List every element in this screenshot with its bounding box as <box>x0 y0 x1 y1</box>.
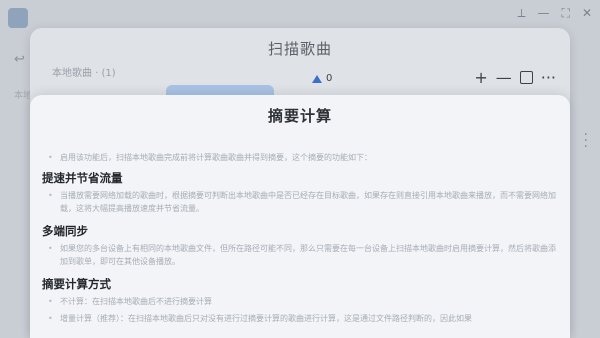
maximize-icon[interactable]: ⛶ <box>562 6 570 21</box>
section-bullet: 增量计算（推荐）：在扫描本地歌曲后只对没有进行过摘要计算的歌曲进行计算，这是通过… <box>42 312 558 325</box>
select-all-icon[interactable] <box>519 71 533 84</box>
back-icon[interactable]: ↩ <box>14 52 25 67</box>
summary-dialog: 摘要计算 启用该功能后，扫描本地歌曲完成前将计算歌曲歌曲并得到摘要，这个摘要的功… <box>30 95 570 338</box>
scan-toolbar: + — ··· <box>474 68 556 87</box>
app-logo <box>8 8 28 28</box>
remove-icon[interactable]: — <box>496 68 512 87</box>
summary-content: 启用该功能后，扫描本地歌曲完成前将计算歌曲歌曲并得到摘要，这个摘要的功能如下： … <box>42 151 558 325</box>
section-heading: 摘要计算方式 <box>42 277 111 291</box>
section-bullet: 如果您的多台设备上有相同的本地歌曲文件，但所在路径可能不同，那么只需要在每一台设… <box>42 242 558 268</box>
section-heading: 提速并节省流量 <box>42 171 123 185</box>
more-icon[interactable]: ··· <box>541 68 556 87</box>
minimize-icon[interactable]: — <box>538 6 550 21</box>
scan-folder-label: 本地歌曲 · (1) <box>52 68 116 79</box>
summary-dialog-title: 摘要计算 <box>267 107 332 125</box>
count-value: 0 <box>326 73 333 84</box>
add-icon[interactable]: + <box>474 68 487 87</box>
scan-dialog-title: 扫描歌曲 <box>267 40 332 58</box>
section-bullet: 不计算：在扫描本地歌曲后不进行摘要计算 <box>42 295 558 308</box>
sort-count[interactable]: 0 <box>312 73 332 84</box>
section-bullet: 当播放需要网络加载的歌曲时，根据摘要可判断出本地歌曲中是否已经存在目标歌曲，如果… <box>42 189 558 215</box>
pin-icon[interactable]: ⟂ <box>518 6 526 21</box>
window-controls: ⟂ — ⛶ ✕ <box>518 6 592 21</box>
more-vertical-icon[interactable]: · · · <box>584 128 588 154</box>
sort-up-icon <box>312 74 322 83</box>
close-icon[interactable]: ✕ <box>582 6 592 21</box>
intro-text: 启用该功能后，扫描本地歌曲完成前将计算歌曲歌曲并得到摘要，这个摘要的功能如下： <box>42 151 558 164</box>
section-heading: 多端同步 <box>42 224 88 238</box>
